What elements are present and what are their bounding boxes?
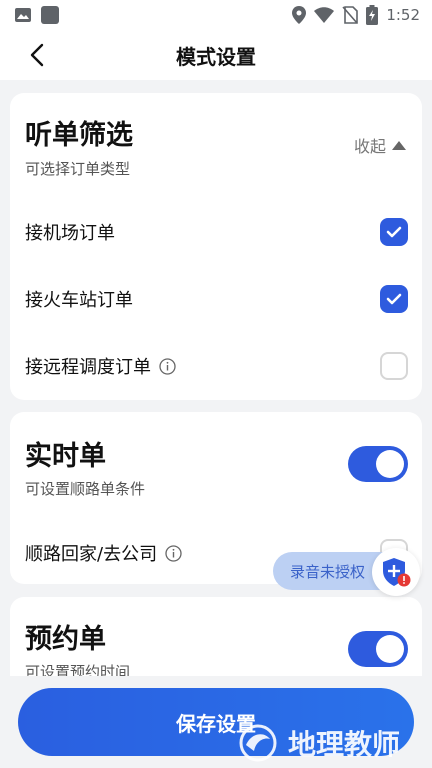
airport-order-checkbox[interactable] (380, 218, 408, 246)
status-left (14, 5, 60, 25)
remote-dispatch-text: 接远程调度订单 (25, 357, 151, 378)
train-order-text: 接火车站订单 (25, 290, 133, 311)
status-time: 1:52 (386, 6, 420, 24)
nav-bar: 模式设置 (0, 30, 432, 80)
listen-filter-subtitle: 可选择订单类型 (25, 160, 131, 178)
realtime-title: 实时单 (25, 441, 106, 472)
info-icon[interactable] (165, 544, 182, 562)
page-title: 模式设置 (176, 44, 256, 69)
chevron-left-icon (30, 43, 44, 67)
airport-order-text: 接机场订单 (25, 223, 115, 244)
no-sim-icon (342, 6, 359, 24)
collapse-button[interactable]: 收起 (354, 133, 406, 157)
collapse-label: 收起 (353, 137, 386, 156)
shield-alert-icon (383, 558, 411, 587)
listen-filter-title: 听单筛选 (25, 120, 133, 151)
remote-dispatch-label: 接远程调度订单 (25, 353, 176, 379)
realtime-toggle[interactable] (348, 446, 408, 482)
reservation-toggle[interactable] (348, 631, 408, 667)
train-order-label: 接火车站订单 (25, 286, 133, 312)
toggle-knob (376, 635, 404, 663)
reservation-title: 预约单 (25, 624, 106, 655)
security-shield-button[interactable] (372, 548, 420, 596)
info-icon[interactable] (159, 357, 176, 375)
record-unauthorized-label: 录音未授权 (290, 562, 366, 581)
route-home-label: 顺路回家/去公司 (25, 540, 182, 566)
route-home-text: 顺路回家/去公司 (25, 544, 158, 565)
check-icon (386, 293, 402, 305)
watermark-logo-icon (239, 724, 277, 762)
listen-filter-card: 听单筛选 可选择订单类型 收起 接机场订单 接火车站订单 接远程调度订单 (10, 93, 422, 400)
watermark: 地理教师 (236, 720, 426, 766)
wifi-icon (314, 7, 335, 23)
status-right: 1:52 (292, 5, 420, 25)
location-icon (292, 6, 307, 24)
caret-up-icon (392, 140, 406, 150)
toggle-knob (376, 450, 404, 478)
airport-order-label: 接机场订单 (25, 219, 115, 245)
app-notification-icon (41, 6, 59, 24)
check-icon (386, 226, 402, 238)
back-button[interactable] (20, 38, 54, 72)
battery-charging-icon (366, 5, 379, 25)
realtime-subtitle: 可设置顺路单条件 (25, 480, 146, 498)
status-bar: 1:52 (0, 0, 432, 30)
train-order-checkbox[interactable] (380, 285, 408, 313)
gallery-notification-icon (15, 8, 31, 22)
remote-dispatch-checkbox[interactable] (380, 352, 408, 380)
watermark-text: 地理教师 (288, 728, 401, 761)
